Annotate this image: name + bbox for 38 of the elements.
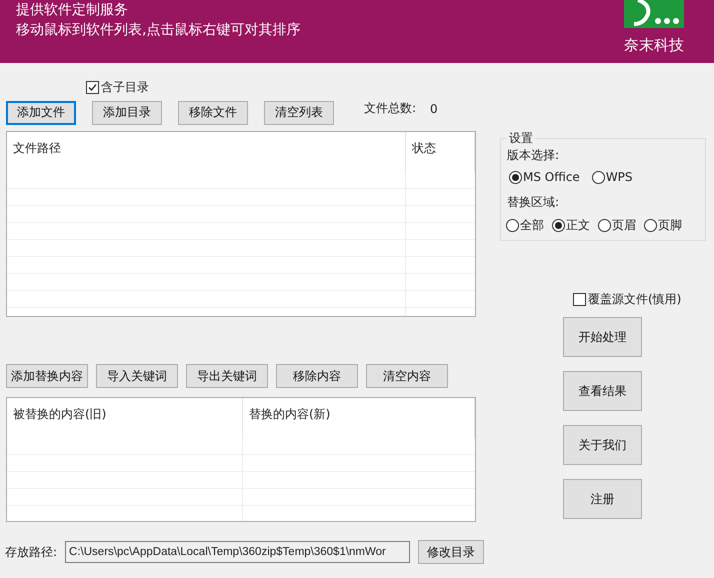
- subdirs-checkbox[interactable]: 含子目录: [86, 79, 149, 96]
- toolbar-button[interactable]: 移除内容: [276, 364, 358, 388]
- save-path-field[interactable]: C:\Users\pc\AppData\Local\Temp\360zip$Temp\360$1\nmWor: [65, 541, 410, 563]
- file-count-value: 0: [430, 102, 438, 116]
- radio-button[interactable]: 页脚: [644, 217, 682, 234]
- column-header: 状态: [406, 132, 475, 172]
- action-button[interactable]: 注册: [563, 479, 642, 519]
- brand-name: 奈末科技: [624, 36, 684, 55]
- action-button[interactable]: 关于我们: [563, 425, 642, 465]
- column-header: 替换的内容(新): [243, 398, 475, 438]
- toolbar-button[interactable]: 添加替换内容: [6, 364, 88, 388]
- radio-button[interactable]: WPS: [592, 170, 633, 184]
- toolbar-button[interactable]: 清空内容: [366, 364, 448, 388]
- banner-text: 提供软件定制服务: [16, 1, 129, 20]
- radio-button[interactable]: 页眉: [598, 217, 636, 234]
- save-path-label: 存放路径:: [5, 544, 58, 560]
- version-label: 版本选择:: [507, 147, 560, 164]
- toolbar-button[interactable]: 移除文件: [178, 100, 248, 124]
- file-count-label: 文件总数:: [364, 100, 416, 117]
- action-button[interactable]: 查看结果: [563, 371, 642, 411]
- radio-button[interactable]: MS Office: [509, 170, 580, 184]
- toolbar-button[interactable]: 导入关键词: [96, 364, 178, 388]
- toolbar-button[interactable]: 清空列表: [264, 100, 334, 124]
- radio-button[interactable]: 全部: [506, 217, 544, 234]
- action-button[interactable]: 开始处理: [563, 317, 642, 357]
- column-header: 文件路径: [7, 132, 406, 172]
- logo-icon: [624, 0, 684, 28]
- checkmark-icon: [88, 83, 97, 92]
- radio-button[interactable]: 正文: [552, 217, 590, 234]
- toolbar-button[interactable]: 添加目录: [92, 100, 162, 124]
- toolbar-button[interactable]: 导出关键词: [186, 364, 268, 388]
- change-folder-button[interactable]: 修改目录: [418, 540, 484, 564]
- settings-title: 设置: [508, 130, 534, 147]
- banner-text: 移动鼠标到软件列表,点击鼠标右键可对其排序: [16, 21, 300, 40]
- overwrite-checkbox[interactable]: 覆盖源文件(慎用): [573, 291, 682, 308]
- toolbar-button[interactable]: 添加文件: [6, 100, 76, 124]
- column-header: 被替换的内容(旧): [7, 398, 243, 438]
- area-label: 替换区域:: [507, 194, 560, 211]
